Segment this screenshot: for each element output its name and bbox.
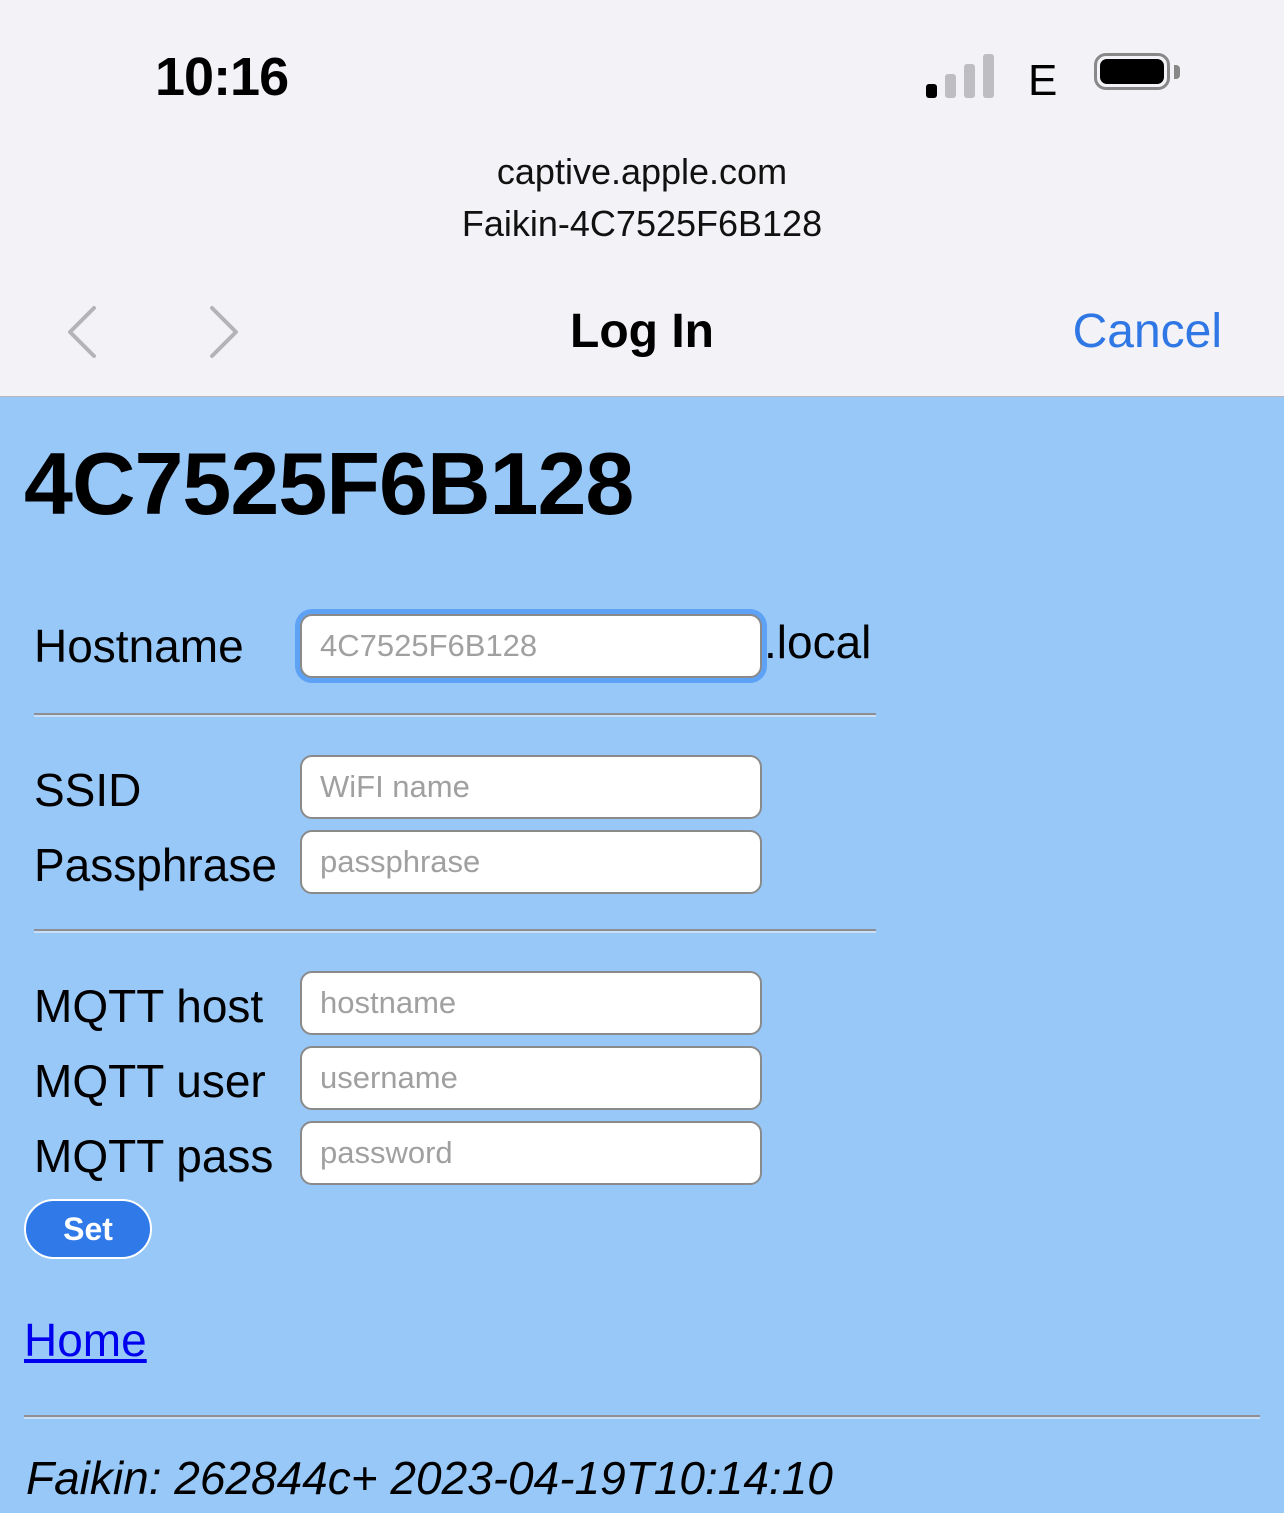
hostname-label: Hostname	[34, 620, 244, 672]
navigation-bar: Log In Cancel	[0, 260, 1284, 397]
divider	[24, 1415, 1260, 1419]
mqtt-pass-input[interactable]	[300, 1121, 762, 1185]
firmware-version-footer: Faikin: 262844c+ 2023-04-19T10:14:10	[26, 1452, 833, 1504]
passphrase-label: Passphrase	[34, 839, 277, 891]
battery-icon	[1094, 53, 1180, 96]
hostname-suffix: .local	[764, 616, 872, 668]
home-link[interactable]: Home	[24, 1313, 147, 1367]
url-ssid: Faikin-4C7525F6B128	[461, 203, 823, 244]
divider	[34, 713, 876, 717]
network-type: E	[1028, 56, 1058, 105]
mqtt-pass-label: MQTT pass	[34, 1130, 274, 1182]
set-button[interactable]: Set	[24, 1199, 152, 1259]
status-bar: 10:16 E	[0, 0, 1284, 135]
captive-url-bar: captive.apple.com Faikin-4C7525F6B128	[0, 135, 1284, 260]
divider	[34, 929, 876, 933]
status-time: 10:16	[155, 47, 289, 107]
url-domain: captive.apple.com	[496, 151, 788, 192]
mqtt-host-label: MQTT host	[34, 980, 264, 1032]
mqtt-user-label: MQTT user	[34, 1055, 266, 1107]
cancel-button[interactable]: Cancel	[1073, 304, 1222, 359]
ssid-input[interactable]	[300, 755, 762, 819]
page-content: 4C7525F6B128 Hostname .local SSID Passph…	[0, 397, 1284, 1513]
signal-strength-icon	[926, 54, 996, 98]
ssid-label: SSID	[34, 764, 142, 816]
mqtt-host-input[interactable]	[300, 971, 762, 1035]
passphrase-input[interactable]	[300, 830, 762, 894]
mqtt-user-input[interactable]	[300, 1046, 762, 1110]
device-heading: 4C7525F6B128	[24, 434, 634, 533]
hostname-input[interactable]	[300, 614, 762, 678]
